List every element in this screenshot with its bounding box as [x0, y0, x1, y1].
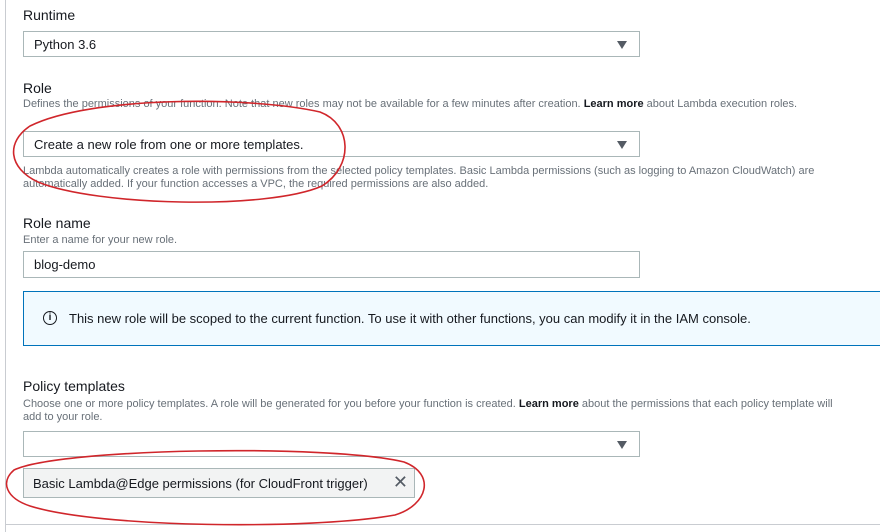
- role-learn-more-link[interactable]: Learn more: [584, 98, 644, 110]
- runtime-select-value: Python 3.6: [34, 37, 97, 52]
- panel-bottom-border: [5, 524, 880, 525]
- role-name-input[interactable]: blog-demo: [23, 251, 640, 278]
- role-select[interactable]: Create a new role from one or more templ…: [23, 131, 640, 157]
- role-name-hint: Enter a name for your new role.: [23, 234, 178, 246]
- role-name-label: Role name: [23, 215, 91, 231]
- policy-templates-label: Policy templates: [23, 378, 125, 394]
- panel-left-border: [5, 0, 6, 532]
- role-select-value: Create a new role from one or more templ…: [34, 137, 304, 152]
- caret-down-icon: [617, 441, 627, 449]
- policy-template-token: Basic Lambda@Edge permissions (for Cloud…: [23, 468, 415, 498]
- role-label: Role: [23, 80, 52, 96]
- policy-templates-select[interactable]: [23, 431, 640, 457]
- policy-templates-description: Choose one or more policy templates. A r…: [23, 398, 833, 423]
- info-icon: i: [43, 311, 57, 325]
- policy-learn-more-link[interactable]: Learn more: [519, 398, 579, 410]
- caret-down-icon: [617, 41, 627, 49]
- role-help-text: Lambda automatically creates a role with…: [23, 165, 815, 190]
- policy-template-token-label: Basic Lambda@Edge permissions (for Cloud…: [33, 476, 368, 491]
- info-alert: i This new role will be scoped to the cu…: [23, 291, 880, 346]
- caret-down-icon: [617, 141, 627, 149]
- role-description: Defines the permissions of your function…: [23, 98, 798, 110]
- runtime-label: Runtime: [23, 7, 76, 23]
- info-alert-text: This new role will be scoped to the curr…: [69, 311, 751, 326]
- close-icon[interactable]: ✕: [393, 472, 408, 492]
- runtime-select[interactable]: Python 3.6: [23, 31, 640, 57]
